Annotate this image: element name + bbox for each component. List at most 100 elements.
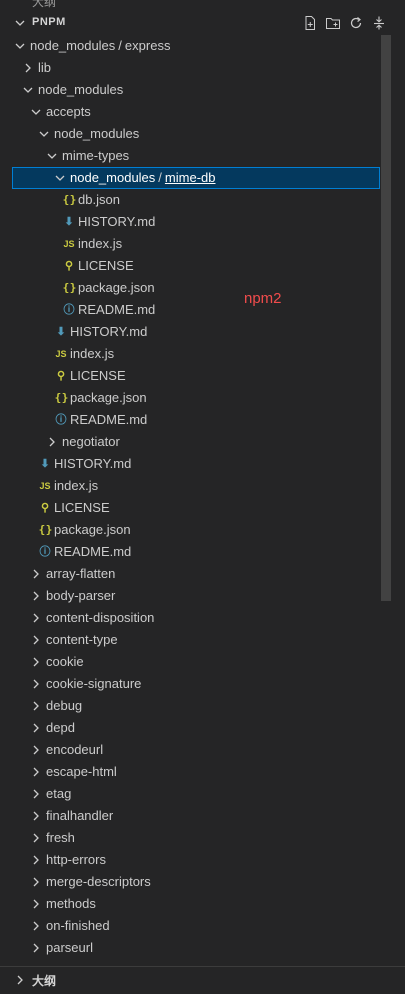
chevron-down-icon	[47, 153, 57, 159]
tree-item-label: negotiator	[62, 434, 120, 449]
tree-folder-item[interactable]: parseurl	[0, 937, 380, 959]
tree-file-item[interactable]: { } package.json	[0, 387, 380, 409]
tree-item-label: cookie	[46, 654, 84, 669]
tree-item-label: content-type	[46, 632, 118, 647]
tree-file-item[interactable]: ⬇ HISTORY.md	[0, 453, 380, 475]
tree-folder-item[interactable]: etag	[0, 783, 380, 805]
tree-item-label: http-errors	[46, 852, 106, 867]
tree-folder-item[interactable]: fresh	[0, 827, 380, 849]
path-separator: /	[158, 170, 162, 185]
tree-folder-item[interactable]: node_modules	[0, 79, 380, 101]
info-icon: ⓘ	[63, 304, 75, 316]
tree-folder-item[interactable]: mime-types	[0, 145, 380, 167]
chevron-right-icon	[33, 877, 39, 887]
tree-folder-item[interactable]: content-type	[0, 629, 380, 651]
chevron-right-icon	[33, 943, 39, 953]
tree-item-label: merge-descriptors	[46, 874, 151, 889]
tree-item-label: LICENSE	[70, 368, 126, 383]
tree-file-item[interactable]: ⬇ HISTORY.md	[0, 211, 380, 233]
tree-item-label: LICENSE	[54, 500, 110, 515]
tree-folder-item[interactable]: depd	[0, 717, 380, 739]
tree-item-label-secondary: express	[124, 38, 171, 53]
tree-item-label: README.md	[54, 544, 132, 559]
tree-folder-item[interactable]: node_modules / express	[0, 35, 380, 57]
outline-section-header[interactable]: 大纲	[0, 966, 405, 994]
chevron-down-icon	[39, 131, 49, 137]
tree-file-item[interactable]: { } package.json	[0, 519, 380, 541]
json-file-icon: { }	[62, 193, 77, 206]
new-file-icon[interactable]	[302, 15, 318, 31]
tree-file-item[interactable]: ⚲ LICENSE	[0, 497, 380, 519]
license-icon: ⚲	[64, 260, 74, 272]
tree-item-label: index.js	[70, 346, 115, 361]
chevron-right-icon	[33, 723, 39, 733]
tree-folder-item[interactable]: negotiator	[0, 431, 380, 453]
tree-file-item[interactable]: { } db.json	[0, 189, 380, 211]
compound-folder-label: node_modules / mime-db	[70, 167, 216, 189]
tree-file-item[interactable]: { } package.json	[0, 277, 380, 299]
new-folder-icon[interactable]	[325, 15, 341, 31]
tree-item-label: package.json	[54, 522, 131, 537]
tree-item-label: README.md	[70, 412, 148, 427]
tree-folder-item[interactable]: content-disposition	[0, 607, 380, 629]
tree-folder-item[interactable]: body-parser	[0, 585, 380, 607]
chevron-right-icon	[33, 657, 39, 667]
chevron-right-icon	[17, 975, 23, 985]
tree-item-label: node_modules	[38, 82, 124, 97]
chevron-right-icon	[33, 811, 39, 821]
chevron-right-icon	[33, 789, 39, 799]
tree-folder-item[interactable]: on-finished	[0, 915, 380, 937]
tree-folder-item[interactable]: cookie	[0, 651, 380, 673]
vertical-scrollbar[interactable]	[381, 35, 391, 601]
annotation-text: npm2	[244, 290, 282, 307]
explorer-section-header[interactable]: PNPM	[0, 12, 405, 34]
tree-folder-item[interactable]: lib	[0, 57, 380, 79]
license-icon: ⚲	[56, 370, 66, 382]
tree-file-item[interactable]: JS index.js	[0, 343, 380, 365]
tree-file-item[interactable]: ⓘ README.md	[0, 299, 380, 321]
tree-folder-item[interactable]: methods	[0, 893, 380, 915]
tree-file-item[interactable]: JS index.js	[0, 233, 380, 255]
tree-folder-item[interactable]: http-errors	[0, 849, 380, 871]
tree-item-label: node_modules	[54, 126, 140, 141]
chevron-right-icon	[33, 767, 39, 777]
tree-file-item[interactable]: ⚲ LICENSE	[0, 365, 380, 387]
refresh-icon[interactable]	[348, 15, 364, 31]
compound-folder-label: node_modules / express	[30, 35, 170, 57]
tree-folder-item[interactable]: merge-descriptors	[0, 871, 380, 893]
tree-folder-item[interactable]: escape-html	[0, 761, 380, 783]
path-separator: /	[118, 38, 122, 53]
tree-folder-item[interactable]: node_modules	[0, 123, 380, 145]
tree-file-item[interactable]: ⚲ LICENSE	[0, 255, 380, 277]
chevron-right-icon	[33, 701, 39, 711]
tree-file-item[interactable]: JS index.js	[0, 475, 380, 497]
json-file-icon: { }	[62, 281, 77, 294]
tree-item-label: cookie-signature	[46, 676, 142, 691]
tree-folder-item[interactable]: encodeurl	[0, 739, 380, 761]
js-file-icon: JS	[39, 481, 51, 491]
tree-file-item[interactable]: ⓘ README.md	[0, 541, 380, 563]
markdown-file-icon: ⬇	[64, 216, 74, 228]
tree-item-label: package.json	[78, 280, 155, 295]
chevron-right-icon	[33, 745, 39, 755]
collapse-all-icon[interactable]	[371, 15, 387, 31]
chevron-down-icon	[23, 87, 33, 93]
tree-item-label: fresh	[46, 830, 75, 845]
tree-file-item[interactable]: ⬇ HISTORY.md	[0, 321, 380, 343]
tree-item-label: debug	[46, 698, 83, 713]
tree-folder-item[interactable]: array-flatten	[0, 563, 380, 585]
tree-item-label: HISTORY.md	[70, 324, 148, 339]
tree-folder-item[interactable]: finalhandler	[0, 805, 380, 827]
tree-folder-item[interactable]: accepts	[0, 101, 380, 123]
markdown-file-icon: ⬇	[56, 326, 66, 338]
tree-folder-item[interactable]: node_modules / mime-db	[12, 167, 380, 189]
tree-item-label: node_modules	[30, 38, 116, 53]
tree-item-label: on-finished	[46, 918, 110, 933]
tree-item-label: README.md	[78, 302, 156, 317]
tree-folder-item[interactable]: cookie-signature	[0, 673, 380, 695]
tree-folder-item[interactable]: debug	[0, 695, 380, 717]
chevron-right-icon	[33, 613, 39, 623]
tree-item-label: lib	[38, 60, 52, 75]
tree-item-label: body-parser	[46, 588, 116, 603]
tree-file-item[interactable]: ⓘ README.md	[0, 409, 380, 431]
